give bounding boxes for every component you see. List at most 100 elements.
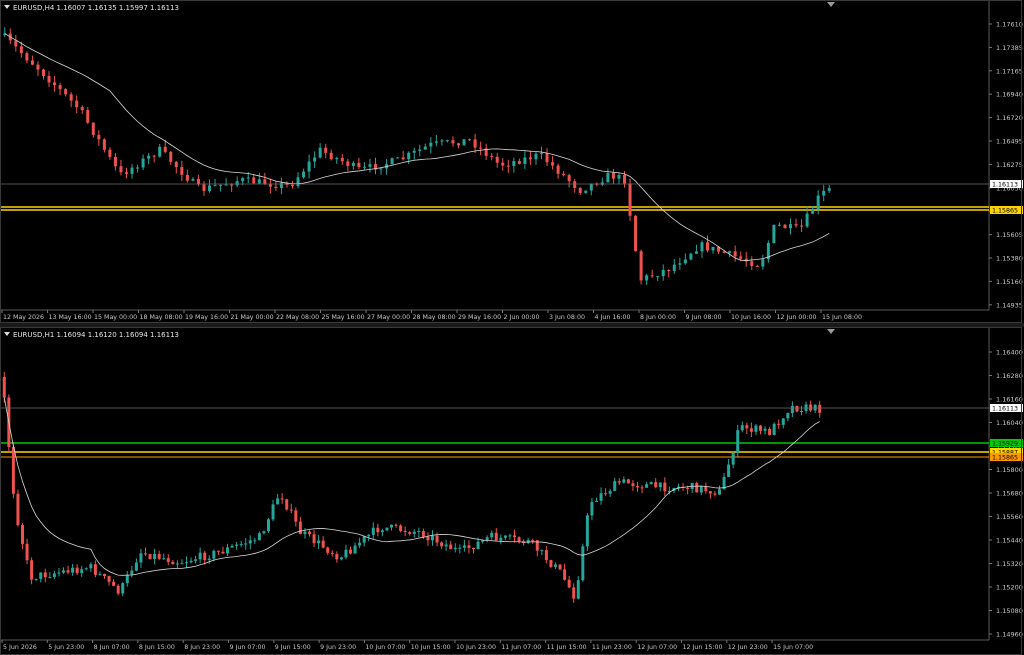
candle-body (30, 60, 34, 65)
candle-body (678, 263, 682, 265)
candle-body (695, 482, 699, 493)
candle-body (58, 85, 62, 90)
candle-body (107, 575, 111, 582)
h4-chart-panel[interactable]: EURUSD,H4 1.16007 1.16135 1.15997 1.1611… (0, 0, 1024, 323)
h1-chart-canvas[interactable]: 1.164001.162801.161601.160401.159201.158… (0, 327, 1024, 655)
candle-body (649, 482, 653, 485)
candle-body (473, 139, 477, 148)
candle-body (166, 558, 170, 562)
time-axis-label: 9 Jun 15:00 (275, 644, 311, 651)
time-axis-label: 10 Jun 15:00 (411, 644, 451, 651)
candle-body (631, 483, 635, 487)
h1-chart-panel[interactable]: EURUSD,H1 1.16094 1.16120 1.16094 1.1611… (0, 327, 1024, 655)
candle-body (48, 576, 52, 578)
price-axis-label: 1.17165 (996, 67, 1023, 75)
time-axis-label: 29 May 16:00 (458, 314, 501, 321)
candle-body (750, 261, 754, 266)
candle-body (271, 504, 275, 520)
price-axis-label: 1.15800 (996, 466, 1023, 474)
time-axis-label: 10 Jun 07:00 (365, 644, 405, 651)
candle-body (667, 269, 671, 271)
candle-body (368, 164, 372, 167)
candle-body (423, 146, 427, 150)
candle-body (656, 276, 660, 278)
price-axis-label: 1.16940 (996, 91, 1023, 99)
chart-shift-marker-icon[interactable] (827, 2, 835, 7)
h4-chart-canvas[interactable]: 1.17610 1.17385 1.17165 1.16940 1.16720 1.164… (0, 0, 1024, 323)
price-axis-label: 1.15380 (996, 255, 1023, 263)
time-axis-label: 18 May 08:00 (140, 314, 183, 321)
candle-body (253, 540, 257, 542)
candle-body (141, 158, 145, 168)
time-axis-label: 9 Jun 23:00 (320, 644, 356, 651)
candle-body (672, 264, 676, 271)
candle-body (479, 147, 483, 149)
candle-body (704, 486, 708, 492)
candle-body (777, 224, 781, 226)
price-axis-label: 1.15560 (996, 513, 1023, 521)
candle-body (307, 161, 311, 172)
price-axis-label: 1.17385 (996, 44, 1023, 52)
candle-body (152, 155, 156, 157)
candle-body (740, 425, 744, 431)
candle-body (462, 139, 466, 146)
candle-body (457, 143, 460, 146)
candle-body (572, 587, 576, 599)
candle-body (449, 544, 453, 550)
candle-body (585, 515, 589, 547)
candle-body (298, 521, 302, 535)
candle-body (376, 527, 380, 533)
candle-body (248, 540, 252, 544)
candle-body (208, 185, 211, 191)
candle-body (25, 543, 29, 561)
candle-body (75, 567, 79, 574)
candle-body (349, 549, 352, 554)
candle-body (203, 552, 207, 561)
candle-body (121, 583, 125, 594)
candle-body (412, 150, 416, 153)
candle-body (235, 544, 239, 546)
candle-body (626, 479, 630, 484)
candle-body (700, 242, 704, 252)
time-axis-label: 21 May 00:00 (231, 314, 274, 321)
candle-body (340, 157, 344, 162)
candle-body (219, 184, 223, 186)
candle-body (549, 560, 553, 567)
candle-body (636, 486, 639, 488)
candle-body (294, 510, 298, 522)
candle-body (246, 177, 250, 179)
candle-body (11, 446, 15, 494)
time-axis-label: 25 May 16:00 (322, 314, 365, 321)
candle-body (462, 545, 466, 548)
candle-body (390, 524, 393, 528)
candle-body (321, 540, 325, 548)
candle-body (613, 481, 617, 491)
candle-body (257, 533, 261, 541)
candle-body (326, 547, 330, 553)
candle-body (36, 64, 40, 70)
candle-body (174, 161, 178, 168)
candle-body (367, 534, 371, 537)
candle-body (125, 172, 128, 174)
candle-body (523, 157, 527, 164)
candle-body (221, 551, 225, 554)
candle-body (84, 568, 88, 570)
candle-body (708, 491, 712, 494)
candle-body (728, 251, 732, 253)
h1-green-level-tag-label: 1.15929 (992, 440, 1018, 447)
bid-price-tag-label: 1.16113 (992, 181, 1018, 188)
candle-body (134, 562, 138, 571)
candle-body (230, 545, 234, 548)
candle-body (485, 537, 489, 540)
candle-body (453, 547, 457, 550)
candle-body (622, 479, 626, 483)
candle-body (69, 94, 73, 101)
chart-shift-marker-icon[interactable] (827, 329, 835, 334)
candle-body (494, 532, 498, 541)
candle-body (39, 572, 43, 579)
candle-body (600, 182, 604, 185)
candle-body (772, 423, 776, 435)
candle-body (689, 253, 693, 260)
candle-body (517, 537, 521, 542)
candle-body (274, 186, 278, 188)
